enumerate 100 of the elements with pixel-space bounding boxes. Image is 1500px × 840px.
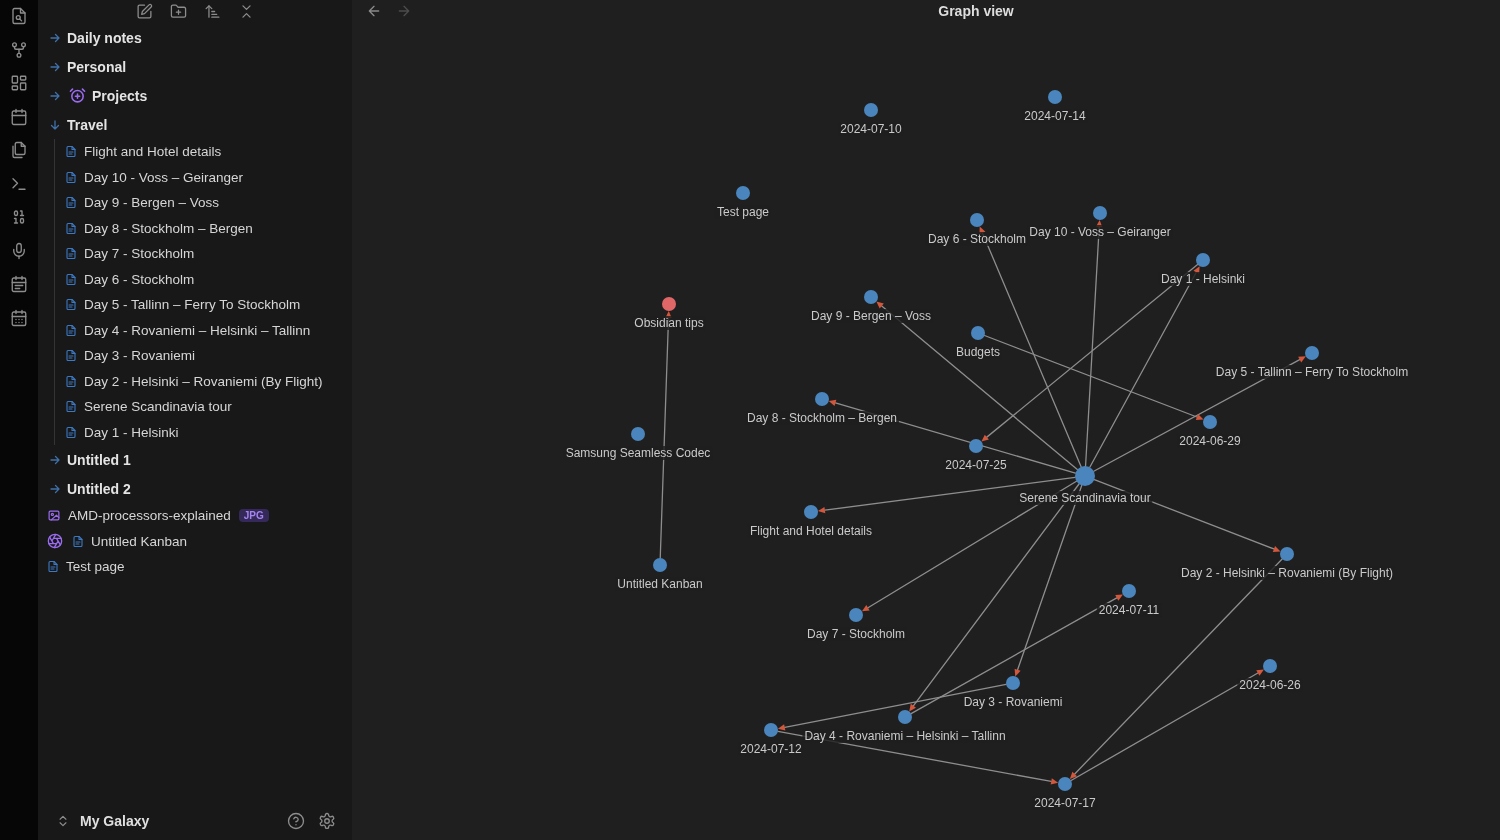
file-item[interactable]: Day 9 - Bergen – Voss — [65, 190, 220, 216]
node-label: 2024-06-26 — [1237, 678, 1303, 692]
node-label: 2024-07-12 — [738, 742, 804, 756]
graph-node[interactable] — [849, 608, 863, 622]
node-label: Day 10 - Voss – Geiranger — [1027, 225, 1173, 239]
graph-node[interactable] — [1058, 777, 1072, 791]
graph-node[interactable] — [631, 427, 645, 441]
node-label: Untitled Kanban — [615, 577, 705, 591]
node-label: Budgets — [954, 345, 1002, 359]
graph-node[interactable] — [864, 103, 878, 117]
graph-icon[interactable] — [10, 40, 28, 59]
file-item[interactable]: Day 8 - Stockholm – Bergen — [65, 215, 253, 241]
file-icon — [65, 425, 77, 439]
settings-icon[interactable] — [318, 812, 336, 830]
file-item[interactable]: Day 5 - Tallinn – Ferry To Stockholm — [65, 292, 301, 318]
node-label: Obsidian tips — [632, 316, 706, 330]
graph-node[interactable] — [1006, 676, 1020, 690]
file-icon — [65, 400, 77, 414]
file-item[interactable]: Day 6 - Stockholm — [65, 266, 195, 292]
sort-icon[interactable] — [203, 3, 221, 20]
file-icon — [65, 145, 77, 159]
node-label: 2024-07-17 — [1032, 796, 1098, 810]
file-icon — [65, 247, 77, 261]
file-item[interactable]: Day 1 - Helsinki — [65, 419, 179, 445]
graph-node[interactable] — [898, 710, 912, 724]
graph-node[interactable] — [1263, 659, 1277, 673]
node-label: Samsung Seamless Codec — [563, 446, 713, 460]
graph-node[interactable] — [970, 213, 984, 227]
image-icon — [47, 509, 61, 523]
folder-item[interactable]: Daily notes — [49, 23, 142, 52]
alarm-clock-icon — [69, 87, 86, 104]
file-item[interactable]: Day 4 - Rovaniemi – Helsinki – Tallinn — [65, 317, 311, 343]
graph-node[interactable] — [969, 439, 983, 453]
folder-plus-icon[interactable] — [169, 3, 187, 20]
image-item[interactable]: AMD-processors-explained JPG — [47, 503, 269, 529]
graph-node[interactable] — [804, 505, 818, 519]
folder-item[interactable]: Projects — [49, 81, 148, 110]
file-type-badge: JPG — [238, 509, 269, 523]
vault-switcher[interactable]: My Galaxy — [56, 813, 150, 829]
graph-node[interactable] — [815, 392, 829, 406]
file-icon — [65, 272, 77, 286]
file-item[interactable]: Flight and Hotel details — [65, 139, 222, 165]
node-label: 2024-07-11 — [1096, 603, 1162, 617]
file-item[interactable]: Test page — [47, 554, 125, 580]
file-icon — [65, 374, 77, 388]
view-title: Graph view — [938, 3, 1014, 19]
file-icon — [47, 560, 59, 574]
calendar-list-icon[interactable] — [10, 275, 28, 293]
file-icon — [65, 298, 77, 312]
file-item[interactable]: Day 7 - Stockholm — [65, 241, 195, 267]
file-search-icon[interactable] — [10, 7, 28, 25]
node-label: Serene Scandinavia tour — [1017, 491, 1153, 505]
node-label: Test page — [715, 205, 771, 219]
graph-node[interactable] — [1093, 206, 1107, 220]
calendar-icon[interactable] — [10, 107, 28, 126]
node-label: Day 1 - Helsinki — [1159, 272, 1247, 286]
file-item[interactable]: Day 10 - Voss – Geiranger — [65, 164, 244, 190]
file-item[interactable]: Day 2 - Helsinki – Rovaniemi (By Flight) — [65, 368, 323, 394]
node-label: Day 7 - Stockholm — [805, 627, 907, 641]
node-label: 2024-07-10 — [838, 122, 904, 136]
node-label: 2024-06-29 — [1177, 434, 1243, 448]
node-label: Day 5 - Tallinn – Ferry To Stockholm — [1213, 365, 1411, 379]
node-label: Day 6 - Stockholm — [926, 232, 1028, 246]
calendar-grid-icon[interactable] — [10, 308, 28, 327]
folder-item[interactable]: Untitled 1 — [49, 445, 131, 474]
aperture-icon — [47, 533, 63, 550]
microphone-icon[interactable] — [10, 241, 28, 260]
graph-node[interactable] — [1280, 547, 1294, 561]
folder-item[interactable]: Personal — [49, 52, 127, 81]
folder-item[interactable]: Untitled 2 — [49, 474, 131, 503]
graph-node[interactable] — [764, 723, 778, 737]
help-icon[interactable] — [287, 812, 305, 830]
file-item[interactable]: Serene Scandinavia tour — [65, 394, 232, 420]
node-label: Day 3 - Rovaniemi — [961, 695, 1065, 709]
copy-icon[interactable] — [10, 141, 28, 159]
graph-node[interactable] — [1048, 90, 1062, 104]
file-icon — [65, 349, 77, 363]
graph-node[interactable] — [1122, 584, 1136, 598]
graph-node[interactable] — [971, 326, 985, 340]
file-icon — [65, 196, 77, 210]
graph-node[interactable] — [1075, 466, 1095, 486]
graph-node[interactable] — [1305, 346, 1319, 360]
file-icon — [65, 323, 77, 337]
graph-node[interactable] — [662, 297, 676, 311]
kanban-item[interactable]: Untitled Kanban — [47, 528, 188, 554]
node-label: 2024-07-25 — [943, 458, 1009, 472]
graph-node[interactable] — [1203, 415, 1217, 429]
pencil-square-icon[interactable] — [135, 3, 153, 20]
graph-node[interactable] — [864, 290, 878, 304]
grid-icon[interactable] — [10, 74, 28, 92]
file-icon — [65, 221, 77, 235]
graph-node[interactable] — [736, 186, 750, 200]
node-label: 2024-07-14 — [1022, 109, 1088, 123]
file-icon — [65, 170, 77, 184]
graph-node[interactable] — [1196, 253, 1210, 267]
back-arrow-icon[interactable] — [366, 3, 382, 19]
graph-node[interactable] — [653, 558, 667, 572]
folder-item[interactable]: Travel — [49, 110, 108, 139]
file-item[interactable]: Day 3 - Rovaniemi — [65, 343, 196, 369]
node-label: Day 4 - Rovaniemi – Helsinki – Tallinn — [802, 729, 1008, 743]
